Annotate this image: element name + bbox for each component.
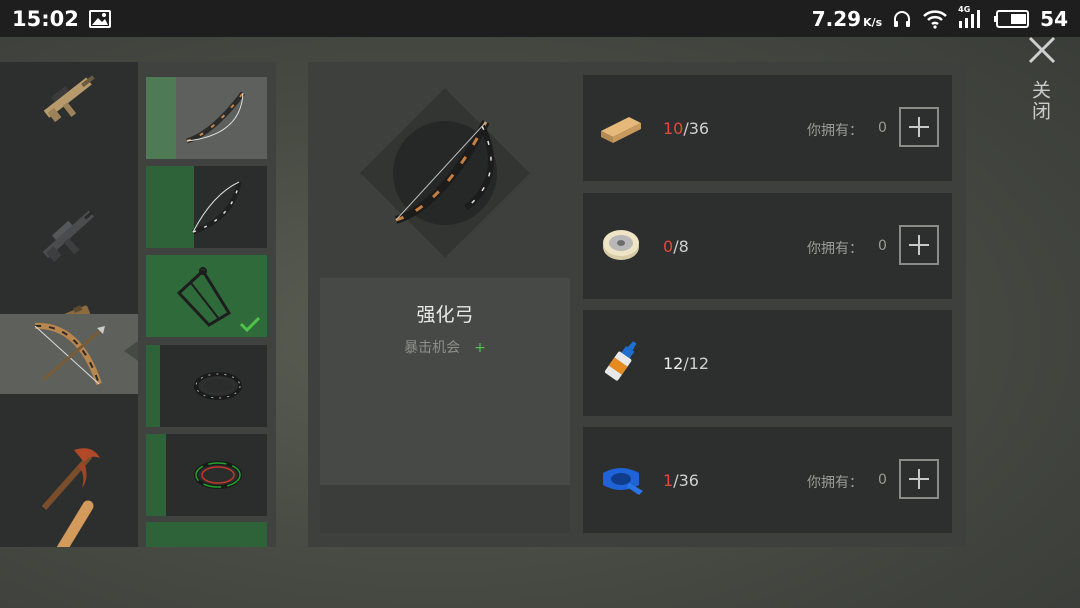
material-row: 10/36 你拥有： 0: [583, 75, 952, 181]
owned-label: 你拥有：: [807, 123, 863, 139]
variant-strip: [146, 345, 160, 427]
plus-icon: [909, 235, 929, 255]
variant-item[interactable]: [146, 345, 267, 427]
plus-icon: [909, 117, 929, 137]
wire-spool-icon: [603, 230, 639, 260]
weapon-variant-list[interactable]: [138, 62, 276, 547]
owned-label: 你拥有：: [807, 475, 863, 491]
status-bar: 15:02 7.29 K/s 4G 54: [0, 0, 1080, 37]
wood-plank-icon: [601, 117, 641, 143]
variant-item-crafted[interactable]: [146, 255, 267, 337]
category-bat[interactable]: [0, 496, 138, 547]
variant-item[interactable]: [146, 522, 267, 547]
add-material-button[interactable]: [899, 225, 939, 265]
category-bow[interactable]: [0, 314, 138, 394]
item-attribute: 暴击机会 +: [320, 337, 570, 357]
signal-icon: 4G: [958, 5, 984, 29]
material-count: 1/36: [663, 471, 699, 490]
bow-icon: [191, 181, 241, 235]
add-material-button[interactable]: [899, 459, 939, 499]
attribute-label: 暴击机会: [404, 340, 461, 356]
net-speed: 7.29 K/s: [811, 6, 883, 31]
variant-item[interactable]: [146, 77, 267, 159]
bowstring-green-icon: [193, 461, 242, 489]
glue-icon: [604, 341, 637, 381]
owned-label: 你拥有：: [807, 241, 863, 257]
variant-item[interactable]: [146, 166, 267, 248]
bat-icon: [56, 500, 94, 547]
check-icon: [239, 316, 261, 333]
battery-icon: [994, 9, 1030, 29]
status-time: 15:02: [12, 6, 79, 31]
variant-item[interactable]: [146, 434, 267, 516]
owned-value: 0: [878, 472, 887, 488]
weapon-category-list[interactable]: [0, 62, 138, 547]
close-icon: [1028, 36, 1056, 64]
battery-level: 54: [1040, 6, 1068, 31]
close-label[interactable]: 关闭: [1029, 80, 1054, 122]
item-info-card: 强化弓 暴击机会 +: [320, 278, 570, 533]
assault-rifle-icon: [43, 75, 95, 123]
compound-bow-icon: [176, 267, 231, 327]
category-assault-rifle[interactable]: [0, 62, 138, 136]
rifle-icon: [42, 210, 95, 262]
net-speed-unit: K/s: [863, 15, 883, 29]
material-row: 12/12: [583, 310, 952, 416]
selected-category-pointer: [124, 341, 138, 361]
network-type: 4G: [958, 4, 971, 14]
category-rifle[interactable]: [0, 195, 138, 275]
material-row: 0/8 你拥有： 0: [583, 193, 952, 299]
close-button[interactable]: [1022, 30, 1062, 70]
wifi-icon: [922, 9, 948, 29]
plus-icon: [909, 469, 929, 489]
variant-strip: [146, 434, 166, 516]
material-count: 12/12: [663, 354, 710, 373]
item-name: 强化弓: [416, 304, 474, 326]
duct-tape-icon: [603, 468, 643, 495]
owned-value: 0: [878, 238, 887, 254]
info-card-footer: [320, 485, 570, 533]
material-row: 1/36 你拥有： 0: [583, 427, 952, 533]
bow-icon: [394, 120, 494, 224]
bow-icon: [185, 91, 245, 144]
bow-icon: [34, 322, 105, 385]
gallery-icon: [88, 9, 111, 28]
attribute-plus: +: [474, 340, 486, 356]
material-count: 10/36: [663, 119, 710, 138]
owned-value: 0: [878, 120, 887, 136]
bowstring-icon: [193, 372, 242, 400]
add-material-button[interactable]: [899, 107, 939, 147]
headphones-icon: [892, 9, 912, 29]
material-count: 0/8: [663, 237, 689, 256]
item-preview: [360, 88, 530, 258]
